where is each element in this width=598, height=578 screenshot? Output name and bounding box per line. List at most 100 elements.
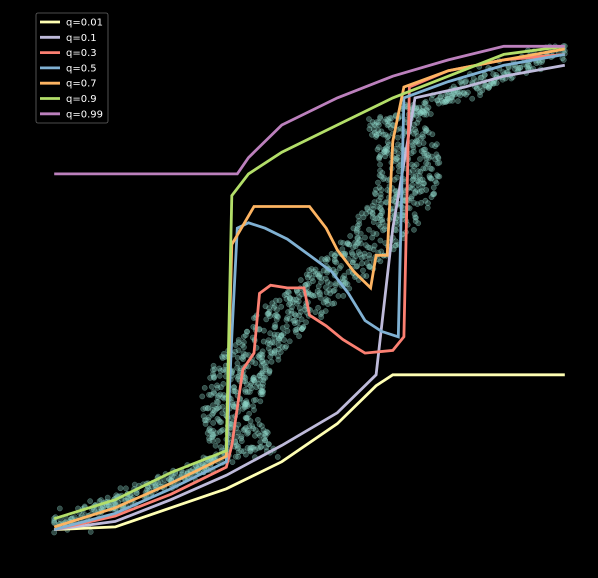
- scatter-point: [425, 200, 431, 206]
- scatter-point: [268, 350, 275, 357]
- scatter-point: [241, 344, 247, 351]
- quantile-chart: q=0.01 q=0.1 q=0.3 q=0.5 q=0.7 q=0.9 q=0.99: [0, 0, 598, 578]
- scatter-point: [415, 220, 422, 227]
- scatter-point: [214, 437, 221, 444]
- scatter-point: [359, 260, 365, 267]
- scatter-point: [417, 156, 423, 162]
- scatter-point: [202, 405, 209, 411]
- scatter-point: [269, 339, 276, 346]
- scatter-point: [210, 362, 217, 369]
- scatter-point: [98, 497, 104, 503]
- scatter-point: [217, 367, 224, 374]
- scatter-point: [258, 370, 265, 377]
- scatter-point: [209, 402, 216, 409]
- scatter-point: [378, 217, 384, 223]
- scatter-point: [268, 358, 275, 365]
- scatter-point: [418, 135, 424, 142]
- scatter-point: [243, 451, 249, 458]
- scatter-point: [332, 258, 338, 265]
- scatter-point: [338, 263, 344, 269]
- scatter-point: [433, 141, 440, 148]
- scatter-point: [413, 214, 419, 221]
- scatter-point: [210, 420, 217, 426]
- scatter-point: [324, 279, 331, 285]
- scatter-point: [292, 327, 299, 333]
- scatter-point: [229, 459, 236, 465]
- scatter-point: [323, 298, 330, 305]
- legend-label: q=0.3: [66, 48, 97, 59]
- scatter-point: [347, 233, 354, 239]
- scatter-point: [362, 234, 368, 241]
- scatter-point: [283, 323, 290, 330]
- scatter-point: [357, 230, 364, 237]
- scatter-point: [382, 145, 389, 152]
- scatter-point: [286, 301, 292, 308]
- scatter-point: [252, 397, 259, 403]
- scatter-point: [371, 199, 378, 205]
- scatter-point: [348, 249, 355, 256]
- scatter-point: [87, 498, 93, 504]
- scatter-point: [376, 153, 383, 160]
- scatter-point: [366, 255, 373, 262]
- scatter-point: [241, 339, 247, 346]
- scatter-point: [214, 405, 221, 412]
- scatter-point: [436, 173, 443, 180]
- scatter-point: [482, 82, 488, 89]
- scatter-point: [363, 210, 369, 217]
- scatter-point: [395, 163, 402, 170]
- scatter-point: [386, 119, 393, 125]
- scatter-point: [394, 174, 400, 181]
- scatter-point: [257, 398, 264, 405]
- scatter-point: [235, 347, 242, 354]
- scatter-point: [428, 153, 435, 160]
- scatter-point: [344, 281, 351, 287]
- scatter-point: [394, 134, 401, 141]
- legend-label: q=0.99: [66, 109, 103, 120]
- scatter-point: [274, 454, 281, 460]
- scatter-point: [373, 231, 380, 237]
- scatter-point: [220, 427, 226, 433]
- scatter-point: [232, 342, 239, 348]
- scatter-point: [413, 161, 420, 168]
- scatter-point: [214, 415, 221, 422]
- scatter-point: [356, 221, 363, 228]
- scatter-point: [219, 353, 225, 360]
- scatter-point: [199, 393, 206, 400]
- scatter-point: [242, 401, 248, 408]
- scatter-point: [369, 119, 376, 125]
- scatter-point: [242, 389, 249, 395]
- scatter-point: [418, 199, 424, 206]
- scatter-point: [310, 293, 317, 299]
- scatter-point: [349, 259, 356, 266]
- scatter-point: [469, 95, 476, 102]
- scatter-point: [216, 372, 223, 379]
- scatter-point: [433, 180, 440, 186]
- scatter-point: [212, 442, 219, 449]
- scatter-point: [300, 324, 307, 330]
- legend-label: q=0.01: [66, 18, 103, 29]
- scatter-point: [252, 432, 258, 439]
- scatter-point: [357, 240, 364, 247]
- scatter-point: [435, 154, 441, 160]
- scatter-point: [358, 255, 365, 261]
- legend-label: q=0.7: [66, 79, 97, 90]
- scatter-point: [202, 421, 209, 427]
- scatter-point: [258, 388, 265, 395]
- scatter-point: [370, 246, 377, 253]
- scatter-point: [376, 122, 382, 128]
- scatter-point: [292, 317, 298, 324]
- scatter-point: [171, 474, 177, 480]
- scatter-point: [250, 403, 257, 410]
- scatter-point: [461, 89, 467, 96]
- scatter-point: [340, 293, 347, 299]
- scatter-point: [266, 441, 272, 447]
- scatter-point: [239, 354, 245, 361]
- scatter-point: [366, 226, 372, 233]
- scatter-point: [230, 384, 237, 391]
- scatter-point: [352, 239, 358, 246]
- scatter-point: [409, 167, 416, 174]
- scatter-point: [387, 125, 394, 131]
- scatter-point: [363, 273, 370, 279]
- scatter-point: [369, 210, 376, 217]
- scatter-point: [296, 333, 302, 340]
